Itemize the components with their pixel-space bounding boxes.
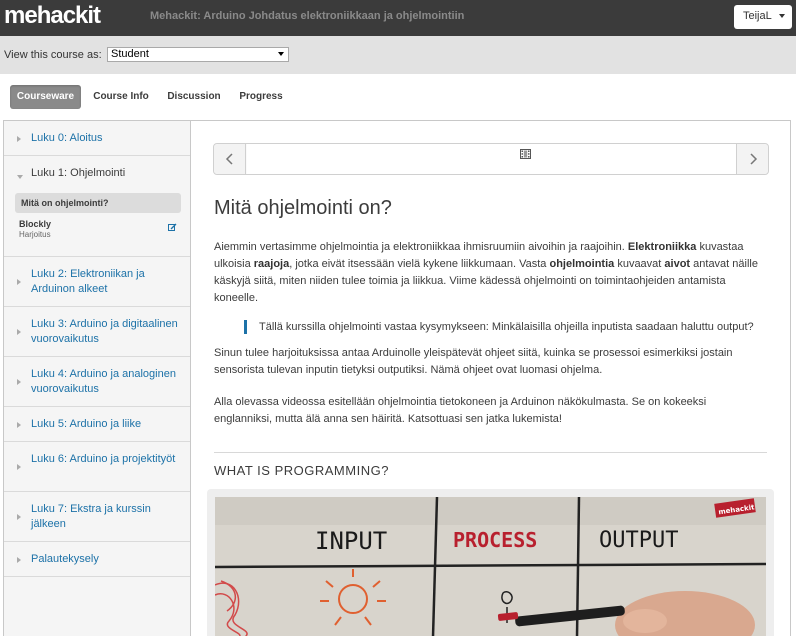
sidebar-chapter-6[interactable]: Luku 6: Arduino ja projektityöt [4,442,190,492]
logo[interactable]: mehackit [4,2,101,30]
video-word-output: OUTPUT [599,528,678,553]
triangle-right-icon [17,514,21,520]
intro-paragraph: Aiemmin vertasimme ohjelmointia ja elekt… [214,239,764,307]
sidebar-chapter-1[interactable]: Luku 1: Ohjelmointi Mitä on ohjelmointi?… [4,156,190,257]
film-icon [520,149,531,159]
video-word-input: INPUT [315,527,387,555]
triangle-right-icon [17,136,21,142]
tab-courseware[interactable]: Courseware [10,85,81,109]
chapter-label: Luku 4: Arduino ja analoginen vuorovaiku… [31,368,176,395]
triangle-right-icon [17,279,21,285]
caret-down-icon [779,14,785,18]
user-menu-button[interactable]: TeijaL [734,5,792,29]
triangle-right-icon [17,422,21,428]
sidebar-chapter-2[interactable]: Luku 2: Elektroniikan ja Arduinon alkeet [4,257,190,307]
sidebar-chapter-3[interactable]: Luku 3: Arduino ja digitaalinen vuorovai… [4,307,190,357]
triangle-down-icon [17,175,23,179]
chapter-label: Luku 7: Ekstra ja kurssin jälkeen [31,503,151,530]
chapter-label: Luku 6: Arduino ja projektityöt [31,453,176,465]
tab-progress[interactable]: Progress [235,85,287,109]
courseware-layout: Luku 0: Aloitus Luku 1: Ohjelmointi Mitä… [3,120,791,636]
sequence-item-label: Blockly [19,219,52,229]
bold-text: ohjelmointia [549,258,615,270]
sequence-item-sublabel: Harjoitus [19,230,51,239]
sidebar-chapter-8[interactable]: Palautekysely [4,542,190,577]
course-content: Mitä ohjelmointi on? Aiemmin vertasimme … [192,121,790,636]
sidebar-chapter-4[interactable]: Luku 4: Arduino ja analoginen vuorovaiku… [4,357,190,407]
triangle-right-icon [17,557,21,563]
view-as-bar: View this course as: Student [0,36,796,74]
text-run: Aiemmin vertasimme ohjelmointia ja elekt… [214,241,628,253]
blockquote: Tällä kurssilla ohjelmointi vastaa kysym… [244,320,754,334]
page-title: Mitä ohjelmointi on? [214,197,392,219]
whiteboard-drawing: INPUT PROCESS OUTPUT mehackit [215,497,766,636]
chapter-label: Palautekysely [31,553,99,565]
view-as-select[interactable]: Student [107,47,289,62]
sequence-item-blockly[interactable]: Blockly Harjoitus [15,219,181,245]
view-as-label: View this course as: [4,49,102,61]
presenter-fingers [623,609,667,633]
triangle-right-icon [17,379,21,385]
text-run: kuvaavat [614,258,665,270]
chevron-right-icon [750,153,758,165]
top-bar: mehackit Mehackit: Arduino Johdatus elek… [0,0,796,36]
video-thumbnail[interactable]: INPUT PROCESS OUTPUT mehackit [215,497,766,636]
triangle-right-icon [17,464,21,470]
sequence-tab-video[interactable] [247,144,736,174]
view-as-selected: Student [111,48,149,60]
chapter-label: Luku 3: Arduino ja digitaalinen vuorovai… [31,318,178,345]
chapter-label: Luku 5: Arduino ja liike [31,418,142,430]
video-heading: WHAT IS PROGRAMMING? [214,463,389,478]
next-unit-button[interactable] [736,144,768,174]
paragraph-2: Sinun tulee harjoituksissa antaa Arduino… [214,347,733,376]
chapter-label: Luku 1: Ohjelmointi [31,167,126,179]
video-player[interactable]: INPUT PROCESS OUTPUT mehackit [207,489,774,636]
tab-course-info[interactable]: Course Info [88,85,154,109]
tab-discussion[interactable]: Discussion [163,85,225,109]
course-tabs: Courseware Course Info Discussion Progre… [0,74,796,120]
bold-text: raajoja [253,258,290,270]
chevron-left-icon [225,153,233,165]
course-sidebar: Luku 0: Aloitus Luku 1: Ohjelmointi Mitä… [4,121,191,636]
chapter-label: Luku 2: Elektroniikan ja Arduinon alkeet [31,268,145,295]
paragraph-3: Alla olevassa videossa esitellään ohjelm… [214,396,707,425]
user-name: TeijaL [743,10,772,22]
triangle-right-icon [17,329,21,335]
sequence-item-mita-on-ohjelmointi[interactable]: Mitä on ohjelmointi? [15,193,181,213]
course-title: Mehackit: Arduino Johdatus elektroniikka… [150,10,465,22]
text-run: , jotka eivät itsessään vielä kykene lii… [289,258,550,270]
bold-text: Elektroniikka [627,241,697,253]
divider [214,452,767,453]
dropdown-arrow-icon [278,52,284,56]
sidebar-chapter-7[interactable]: Luku 7: Ekstra ja kurssin jälkeen [4,492,190,542]
video-word-process: PROCESS [453,528,537,552]
sidebar-chapter-5[interactable]: Luku 5: Arduino ja liike [4,407,190,442]
sequence-item-label: Mitä on ohjelmointi? [21,198,109,208]
bold-text: aivot [664,258,691,270]
edit-icon [168,223,177,231]
previous-unit-button[interactable] [214,144,246,174]
chapter-label: Luku 0: Aloitus [31,132,103,144]
sidebar-chapter-0[interactable]: Luku 0: Aloitus [4,121,190,156]
sequence-nav [213,143,769,175]
